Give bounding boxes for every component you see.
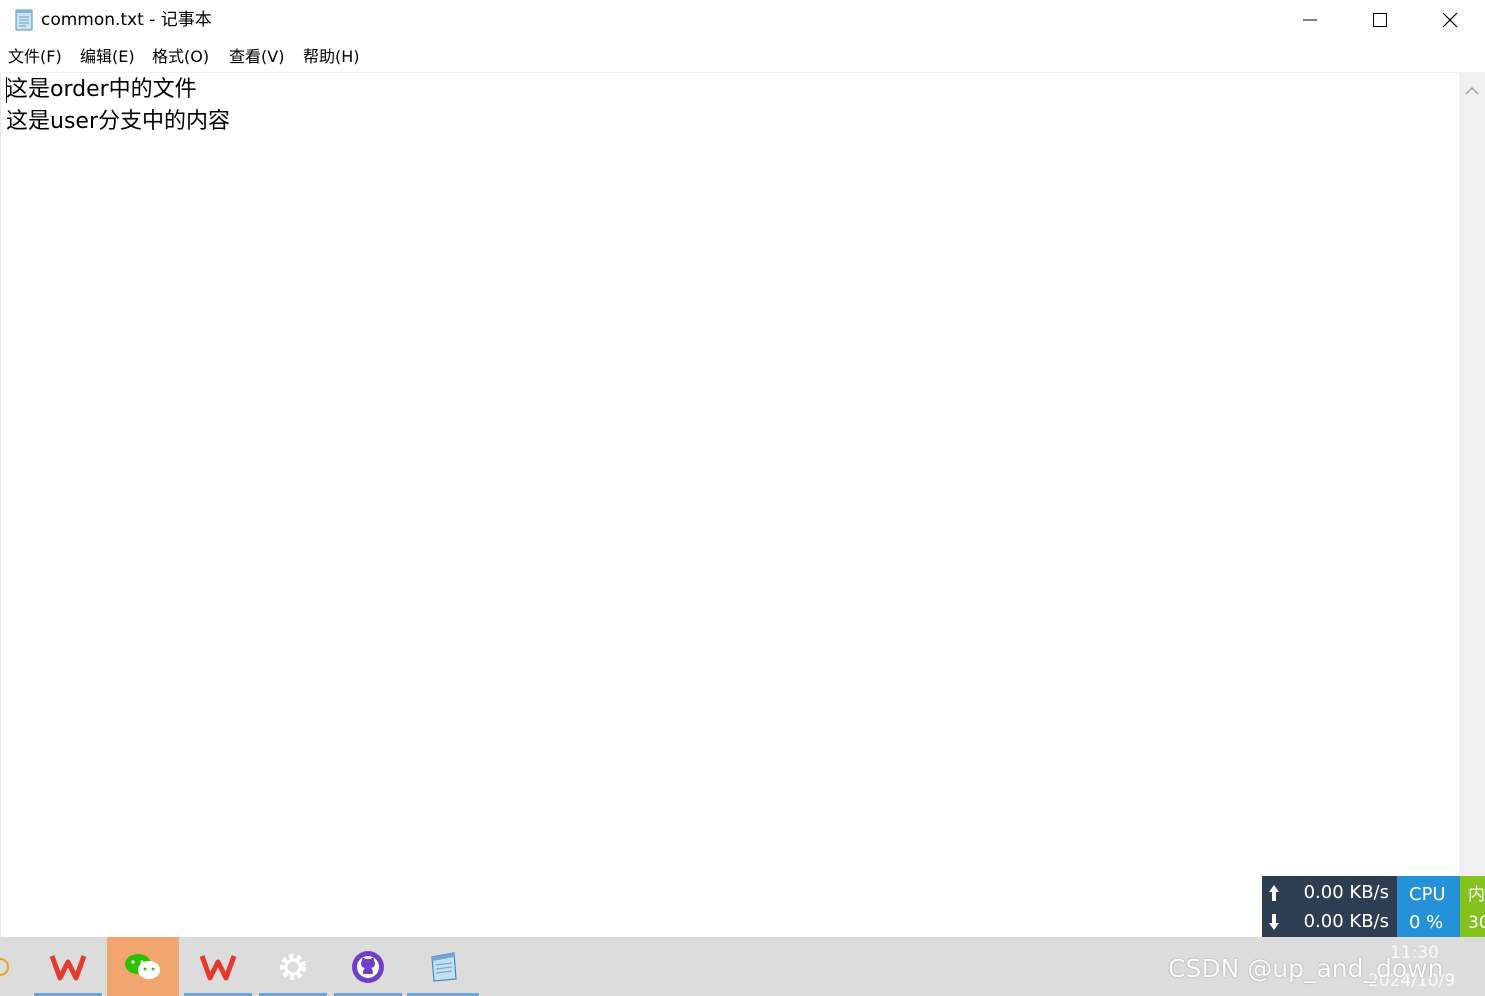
memory-label: 内 <box>1468 885 1485 905</box>
cpu-value: 0 % <box>1409 912 1444 933</box>
menu-help[interactable]: 帮助(H) <box>301 46 362 68</box>
upload-speed: 0.00 KB/s <box>1303 882 1389 903</box>
taskbar-app-wps-2[interactable] <box>182 937 254 996</box>
gear-icon <box>280 953 306 980</box>
memory-panel: 内 30 <box>1460 876 1485 937</box>
download-speed: 0.00 KB/s <box>1303 911 1389 932</box>
network-speed-panel: 0.00 KB/s 0.00 KB/s <box>1262 876 1397 937</box>
wps-icon <box>199 954 237 980</box>
notepad-icon <box>13 8 35 31</box>
menu-edit[interactable]: 编辑(E) <box>78 46 137 68</box>
editor-line-1: 这是order中的文件 <box>6 77 197 102</box>
watermark: CSDN @up_and_down <box>1168 954 1444 983</box>
cpu-panel: CPU 0 % <box>1397 876 1460 937</box>
memory-value: 30 <box>1468 913 1485 933</box>
download-speed-row: 0.00 KB/s <box>1262 908 1397 936</box>
taskbar-app-github[interactable] <box>332 937 404 996</box>
wps-icon <box>49 954 87 980</box>
close-button[interactable] <box>1415 0 1485 40</box>
menu-format[interactable]: 格式(O) <box>150 46 211 68</box>
cpu-label: CPU <box>1409 884 1446 905</box>
maximize-icon <box>1373 13 1387 27</box>
system-monitor-widget: 0.00 KB/s 0.00 KB/s CPU 0 % 内 30 <box>1262 876 1485 937</box>
taskbar-app-settings[interactable] <box>257 937 329 996</box>
text-editor-area[interactable]: 这是order中的文件 这是user分支中的内容 <box>0 73 1459 937</box>
vertical-scrollbar[interactable] <box>1459 73 1485 937</box>
close-icon <box>1442 12 1458 28</box>
taskbar-app-wechat[interactable] <box>107 937 179 996</box>
scroll-up-arrow-icon[interactable] <box>1465 81 1479 100</box>
taskbar-app-notepad[interactable] <box>407 937 479 996</box>
menu-view[interactable]: 查看(V) <box>227 46 286 68</box>
github-icon <box>352 950 384 983</box>
upload-speed-row: 0.00 KB/s <box>1262 879 1397 907</box>
title-bar: common.txt - 记事本 <box>0 0 1485 40</box>
download-arrow-icon <box>1268 908 1282 936</box>
window-title: common.txt - 记事本 <box>41 10 212 30</box>
minimize-button[interactable] <box>1275 0 1345 40</box>
menu-bar: 文件(F) 编辑(E) 格式(O) 查看(V) 帮助(H) <box>0 40 1485 73</box>
taskbar-app-wps[interactable] <box>32 937 104 996</box>
start-edge-icon[interactable] <box>0 952 10 986</box>
upload-arrow-icon <box>1268 879 1282 907</box>
maximize-button[interactable] <box>1345 0 1415 40</box>
wechat-icon <box>125 953 160 979</box>
notepad-icon <box>431 951 457 982</box>
editor-line-2: 这是user分支中的内容 <box>6 109 230 134</box>
menu-file[interactable]: 文件(F) <box>6 46 64 68</box>
minimize-icon <box>1303 19 1317 21</box>
